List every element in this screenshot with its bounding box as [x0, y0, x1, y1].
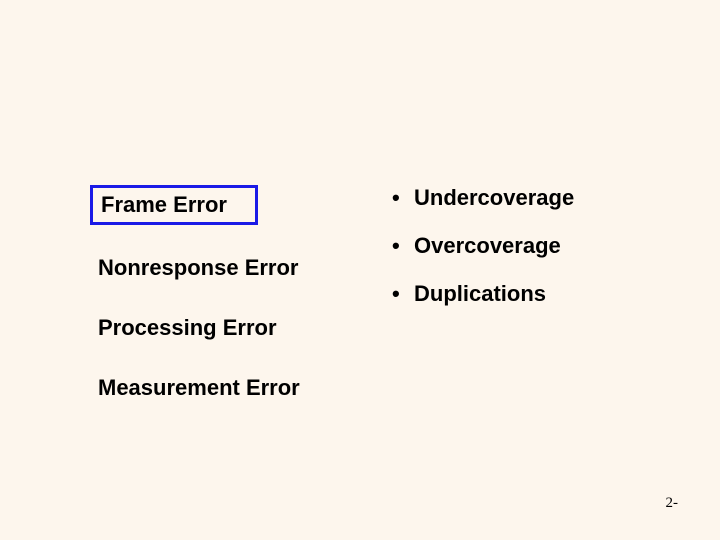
error-type-frame: Frame Error — [90, 185, 258, 225]
error-type-processing: Processing Error — [90, 311, 285, 345]
bullet-label: Undercoverage — [414, 185, 574, 211]
bullet-item: • Duplications — [392, 281, 672, 307]
bullet-icon: • — [392, 185, 414, 211]
bullet-item: • Overcoverage — [392, 233, 672, 259]
bullet-icon: • — [392, 233, 414, 259]
bullet-item: • Undercoverage — [392, 185, 672, 211]
error-type-nonresponse: Nonresponse Error — [90, 251, 307, 285]
bullet-icon: • — [392, 281, 414, 307]
bullet-label: Overcoverage — [414, 233, 561, 259]
slide: Frame Error Nonresponse Error Processing… — [0, 0, 720, 540]
left-column: Frame Error Nonresponse Error Processing… — [90, 185, 350, 431]
error-type-measurement: Measurement Error — [90, 371, 308, 405]
page-number: 2- — [666, 495, 679, 512]
right-column: • Undercoverage • Overcoverage • Duplica… — [392, 185, 672, 329]
bullet-label: Duplications — [414, 281, 546, 307]
